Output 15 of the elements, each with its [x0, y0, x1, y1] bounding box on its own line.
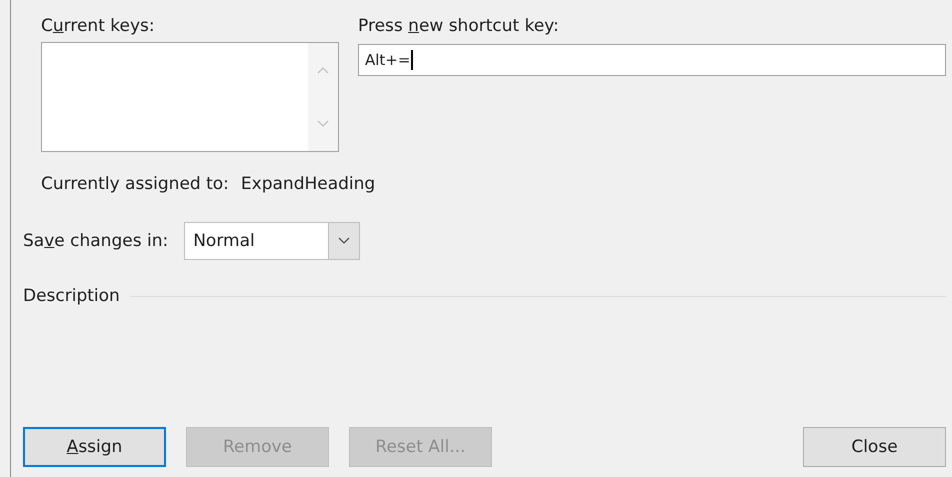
- assigned-label: Currently assigned to:: [41, 174, 229, 194]
- scrollbar[interactable]: [308, 43, 338, 151]
- description-heading: Description: [23, 286, 120, 306]
- new-shortcut-label: Press new shortcut key:: [358, 16, 560, 36]
- dialog-button[interactable]: Assign: [23, 427, 166, 467]
- current-keys-label: Current keys:: [41, 16, 156, 36]
- current-keys-list[interactable]: [41, 42, 339, 152]
- dialog-button[interactable]: Close: [803, 427, 946, 467]
- shortcut-input-field[interactable]: Alt+=: [358, 44, 946, 76]
- chevron-down-icon: [338, 237, 350, 245]
- scroll-down-icon[interactable]: [317, 120, 329, 128]
- assigned-value: ExpandHeading: [240, 174, 376, 194]
- scroll-up-icon[interactable]: [317, 66, 329, 74]
- save-changes-label: Save changes in:: [23, 231, 168, 251]
- save-changes-dropdown[interactable]: Normal: [184, 222, 360, 260]
